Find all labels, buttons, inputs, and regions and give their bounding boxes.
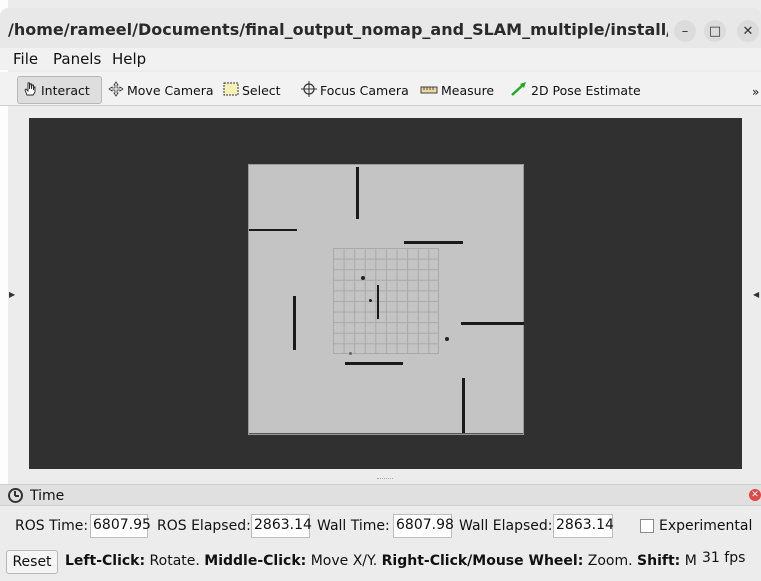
wall-time-field[interactable]: 6807.98 (393, 514, 454, 538)
maximize-button[interactable]: □ (704, 20, 726, 42)
fps-counter: 31 fps (702, 550, 746, 566)
map-wall (356, 167, 359, 219)
select-label: Select (242, 82, 281, 98)
expand-right-icon: ◀ (753, 290, 760, 299)
menu-file[interactable]: File (13, 50, 38, 68)
menu-bar: File Panels Help (0, 48, 761, 70)
menu-help[interactable]: Help (112, 50, 146, 68)
measure-tool-button[interactable]: Measure (416, 76, 498, 104)
render-viewport[interactable] (29, 118, 742, 469)
map-wall (293, 296, 296, 350)
menu-panels[interactable]: Panels (53, 50, 101, 68)
mouse-hint-text: Left-Click: Rotate. Middle-Click: Move X… (65, 553, 697, 569)
map-wall (461, 322, 524, 325)
map-obstacle (369, 299, 372, 302)
crosshair-icon (301, 80, 317, 100)
focus-camera-label: Focus Camera (320, 82, 409, 98)
rviz-window: /home/rameel/Documents/final_output_noma… (0, 0, 761, 581)
select-tool-button[interactable]: Select (219, 76, 285, 104)
reset-button[interactable]: Reset (6, 550, 58, 574)
experimental-label: Experimental (659, 518, 753, 534)
ros-elapsed-field[interactable]: 2863.14 (251, 514, 312, 538)
measure-label: Measure (441, 82, 495, 98)
close-button[interactable]: ✕ (737, 20, 759, 42)
map-obstacle (361, 276, 365, 280)
hint-move: Move X/Y. (306, 553, 382, 569)
map-obstacle (445, 337, 449, 341)
ruler-icon (420, 83, 438, 98)
pose-estimate-label: 2D Pose Estimate (531, 82, 641, 98)
map-wall (377, 285, 379, 319)
ros-time-label: ROS Time: (15, 518, 89, 534)
hint-zoom: Zoom. (583, 553, 638, 569)
experimental-checkbox[interactable] (640, 519, 654, 533)
hint-shift: Shift: (637, 553, 681, 569)
interact-label: Interact (41, 82, 90, 98)
left-dock-collapse[interactable]: ▶ (8, 108, 20, 482)
close-icon: ✕ (742, 23, 754, 39)
hint-right-click: Right-Click/Mouse Wheel: (381, 553, 584, 569)
minimize-button[interactable]: – (674, 20, 696, 42)
wall-elapsed-label: Wall Elapsed: (459, 518, 553, 534)
map-wall (249, 433, 523, 434)
maximize-icon: □ (708, 23, 722, 39)
ros-time-field[interactable]: 6807.95 (90, 514, 151, 538)
clock-icon (8, 488, 23, 503)
hand-icon (22, 81, 38, 100)
tool-bar: Interact Move Camera Select Focus Camera… (0, 72, 761, 106)
map-wall (345, 362, 403, 365)
robot-marker (349, 352, 352, 355)
expand-left-icon: ▶ (9, 290, 16, 299)
pose-estimate-tool-button[interactable]: 2D Pose Estimate (506, 76, 645, 104)
interact-tool-button[interactable]: Interact (17, 76, 102, 104)
close-panel-icon[interactable]: ✕ (749, 489, 761, 501)
wall-elapsed-field[interactable]: 2863.14 (553, 514, 614, 538)
ground-grid (333, 248, 439, 354)
focus-camera-tool-button[interactable]: Focus Camera (297, 76, 413, 104)
panel-splitter[interactable] (377, 478, 393, 482)
occupancy-map (248, 164, 524, 435)
time-panel-title: Time (30, 488, 65, 504)
green-arrow-icon (510, 81, 528, 100)
map-wall (462, 378, 465, 434)
hint-middle-click: Middle-Click: (204, 553, 307, 569)
toolbar-overflow-button[interactable]: » (748, 78, 761, 106)
time-panel-header: Time ✕ (0, 484, 761, 506)
select-box-icon (223, 82, 239, 99)
move-camera-label: Move Camera (127, 82, 214, 98)
ros-elapsed-label: ROS Elapsed: (157, 518, 251, 534)
map-wall (404, 241, 463, 244)
wall-time-label: Wall Time: (317, 518, 390, 534)
hint-left-click: Left-Click: (65, 553, 146, 569)
minimize-icon: – (681, 23, 689, 39)
map-wall (249, 229, 297, 231)
title-bar[interactable]: /home/rameel/Documents/final_output_noma… (0, 8, 761, 50)
hint-more: More op (684, 553, 697, 569)
right-dock-collapse[interactable]: ◀ (751, 108, 761, 482)
hint-rotate: Rotate. (145, 553, 205, 569)
window-title: /home/rameel/Documents/final_output_noma… (8, 20, 668, 39)
move-arrows-icon (108, 80, 124, 100)
move-camera-tool-button[interactable]: Move Camera (104, 76, 218, 104)
time-panel: Time ✕ ROS Time: 6807.95 ROS Elapsed: 28… (0, 484, 761, 581)
